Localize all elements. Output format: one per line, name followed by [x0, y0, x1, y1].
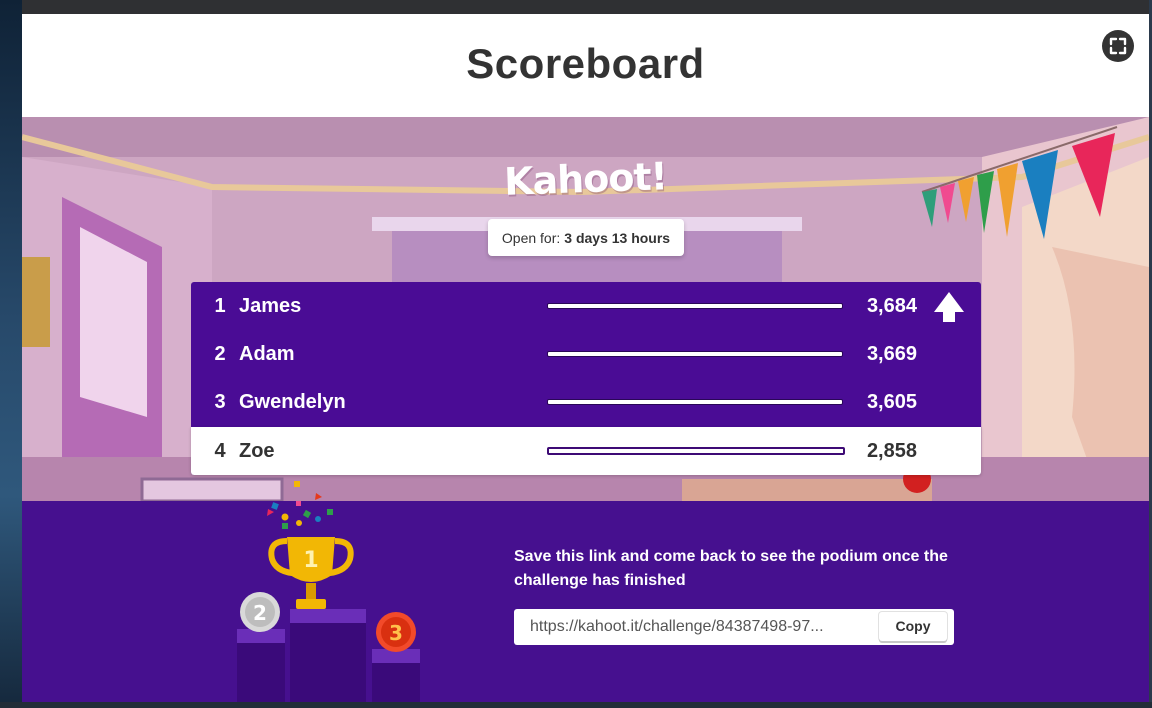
challenge-link-field[interactable]: https://kahoot.it/challenge/84387498-97.… [530, 609, 870, 645]
fullscreen-icon [1109, 37, 1127, 55]
player-rank: 2 [214, 343, 226, 365]
player-score: 3,684 [866, 295, 917, 317]
confetti-icon [267, 481, 333, 529]
player-name: Gwendelyn [239, 391, 346, 413]
score-bar [547, 447, 845, 455]
classroom-scene: Kahoot! Open for: 3 days 13 hours 1 Jame… [22, 117, 1149, 501]
player-name: Zoe [239, 440, 275, 462]
leaderboard: 1 James 3,684 2 Adam 3,669 3 Gwendelyn 3… [191, 282, 981, 475]
desktop-background [0, 0, 22, 708]
podium-illustration: 1 2 3 [237, 481, 420, 702]
player-name: James [239, 295, 302, 317]
current-player-row: 4 Zoe 2,858 [191, 427, 981, 475]
player-name: Adam [239, 343, 295, 365]
player-rank: 1 [214, 295, 226, 317]
trophy-icon: 1 [268, 537, 354, 609]
bronze-medal-icon: 3 [376, 612, 416, 652]
open-for-value: 3 days 13 hours [564, 229, 671, 246]
leaderboard-row: 3 Gwendelyn 3,605 [191, 378, 981, 426]
svg-text:3: 3 [389, 621, 403, 645]
scoreboard-window: Scoreboard Kahoot! Open for: 3 days 13 h… [22, 14, 1149, 702]
player-score: 3,669 [866, 343, 917, 365]
leaderboard-row: 1 James 3,684 [191, 282, 981, 330]
page-title: Scoreboard [466, 40, 705, 87]
player-rank: 3 [214, 391, 226, 413]
svg-text:1: 1 [303, 548, 318, 573]
score-bar [547, 399, 843, 405]
page-header: Scoreboard [22, 14, 1149, 117]
copy-button[interactable]: Copy [879, 612, 947, 641]
leaderboard-row: 2 Adam 3,669 [191, 330, 981, 378]
challenge-link-box: https://kahoot.it/challenge/84387498-97.… [514, 609, 954, 645]
arrow-up-icon [934, 292, 964, 322]
player-score: 2,858 [866, 440, 917, 462]
save-link-message: Save this link and come back to see the … [514, 548, 948, 589]
score-bar [547, 303, 843, 309]
open-for-label: Open for: [501, 229, 561, 246]
score-bar [547, 351, 843, 357]
svg-text:2: 2 [253, 601, 267, 625]
fullscreen-button[interactable] [1102, 30, 1134, 62]
podium-section: 1 2 3 Save this link and come back to se… [22, 481, 1149, 702]
silver-medal-icon: 2 [240, 592, 280, 632]
player-score: 3,605 [866, 391, 917, 413]
player-rank: 4 [214, 440, 226, 462]
open-for-badge: Open for: 3 days 13 hours [488, 219, 684, 256]
browser-toolbar-strip [22, 0, 1152, 15]
desktop-bottom-edge [0, 702, 1152, 708]
